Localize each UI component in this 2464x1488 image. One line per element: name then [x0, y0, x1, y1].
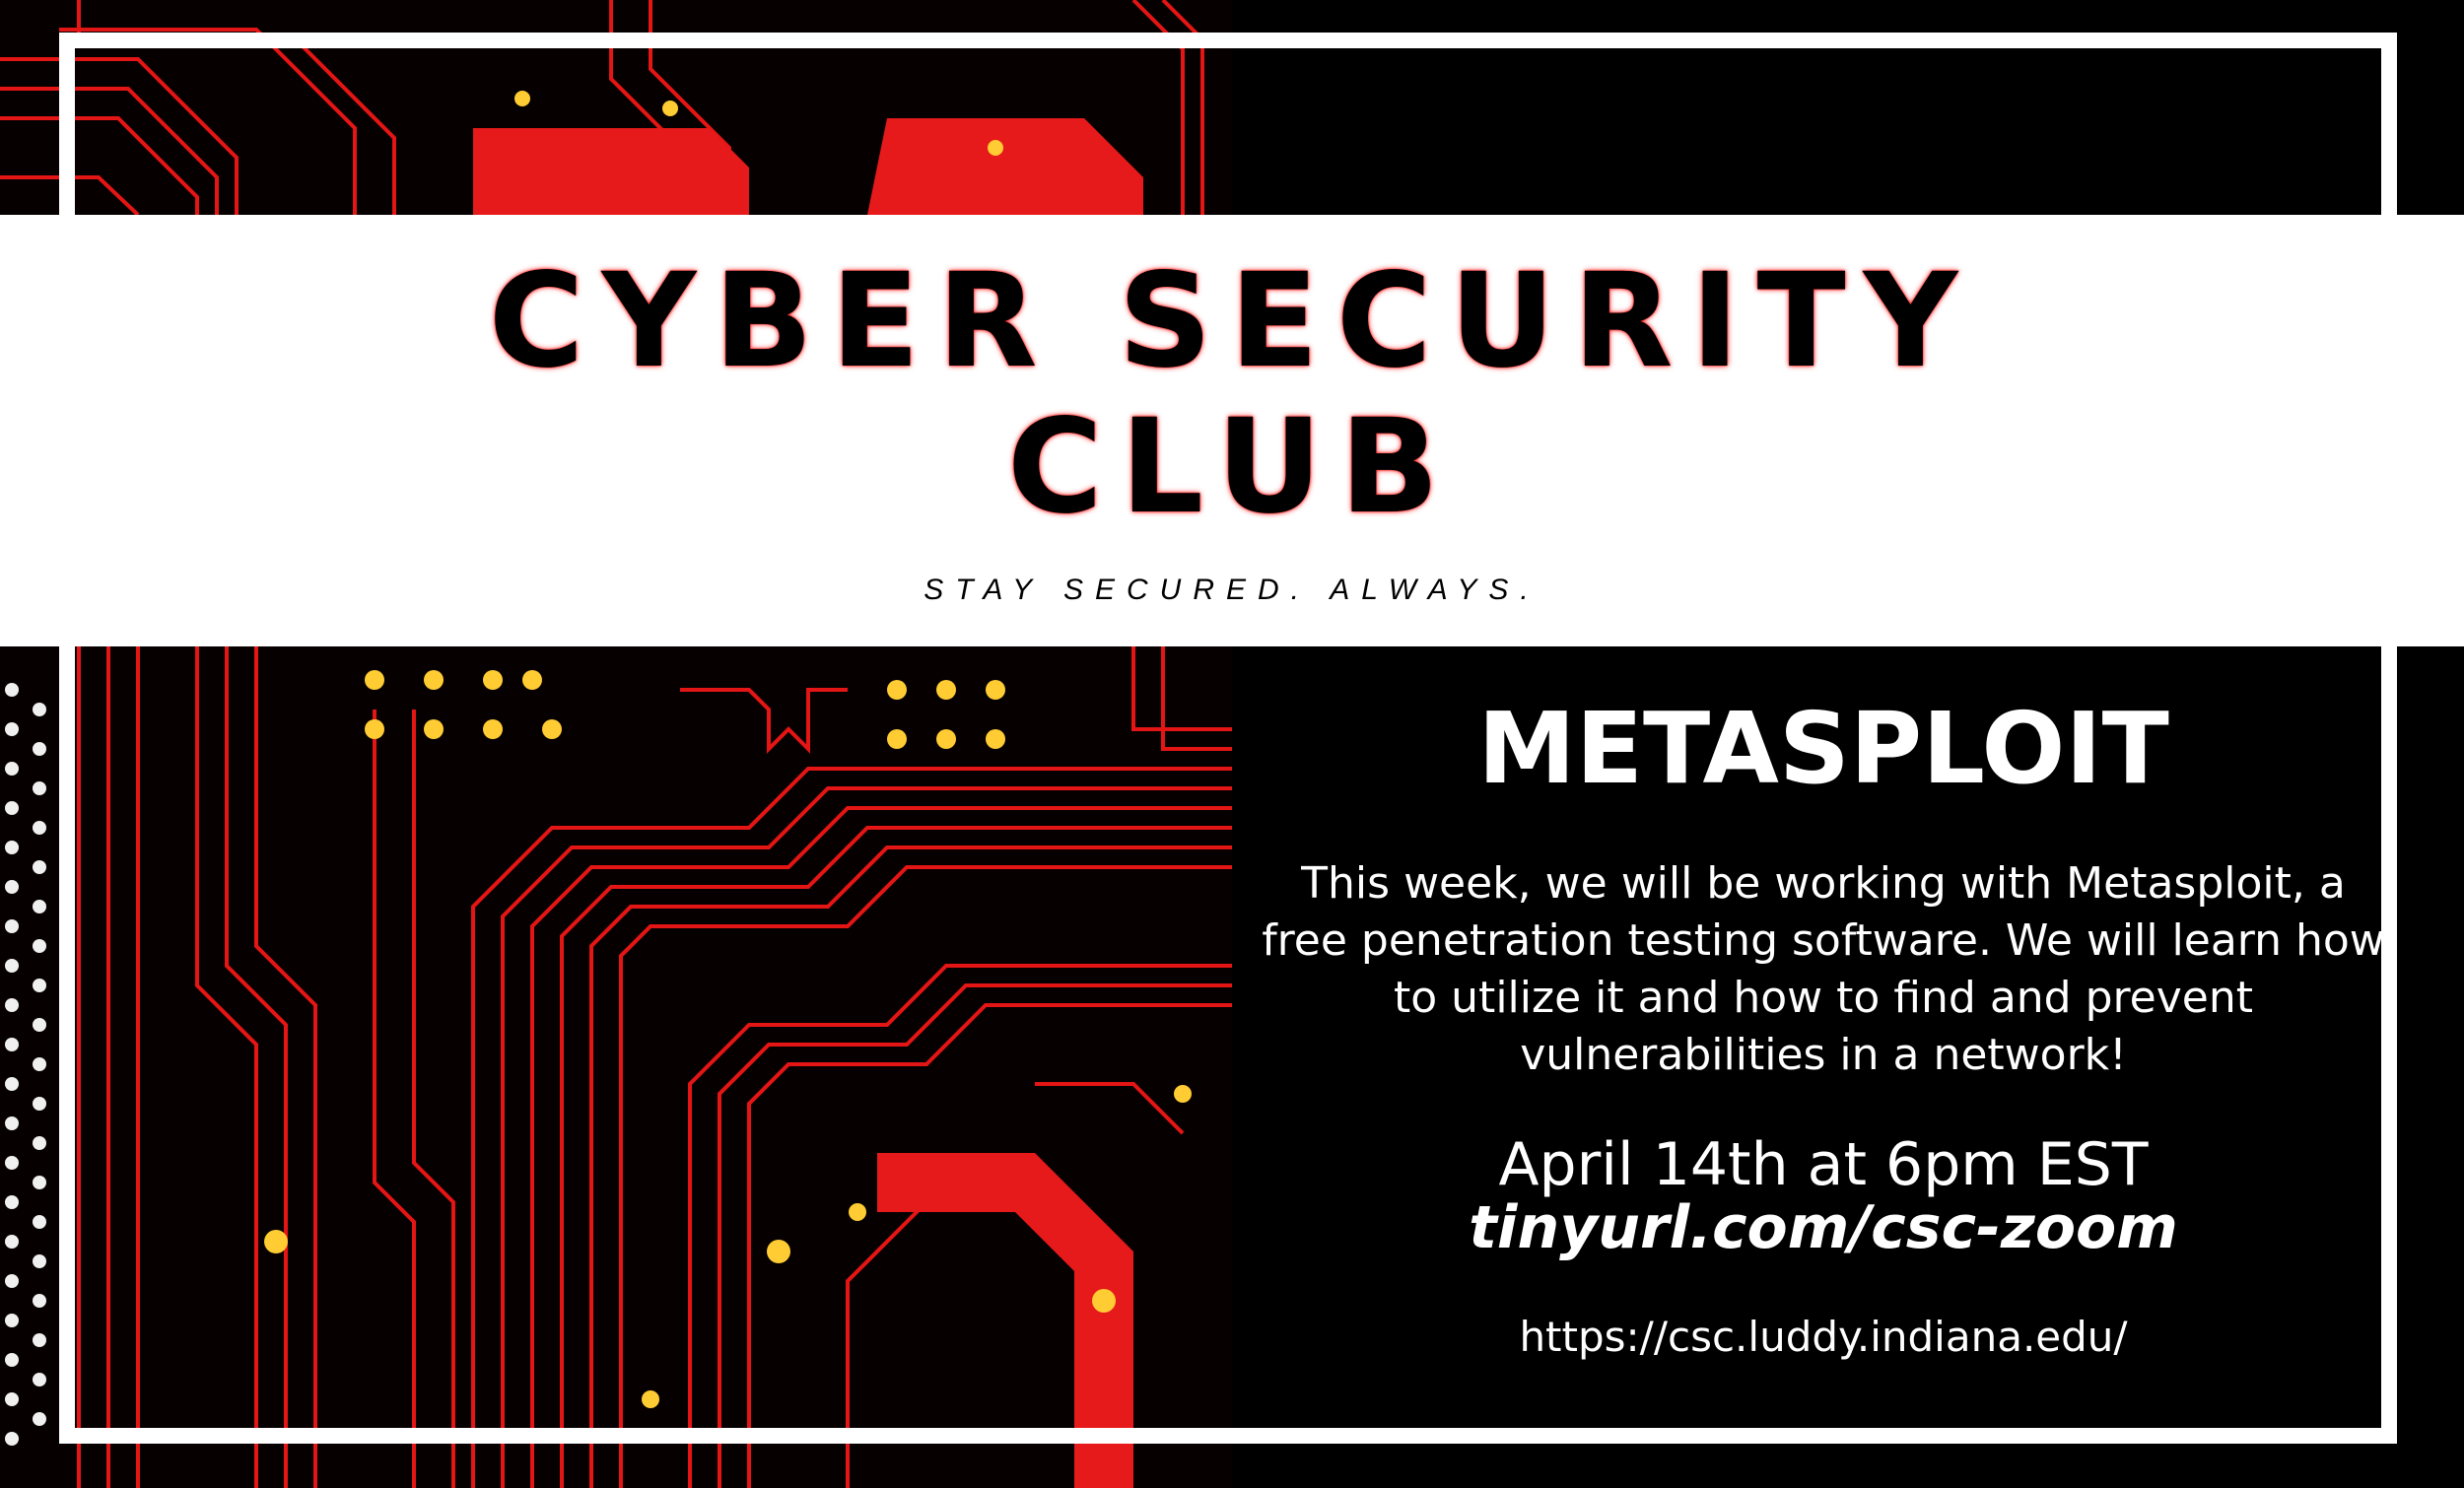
event-info: METASPLOIT This week, we will be working…: [1262, 690, 2385, 1362]
meeting-link: tinyurl.com/csc-zoom: [1469, 1193, 2178, 1262]
club-title-line1: CYBER SECURITY: [488, 245, 1976, 397]
club-title-line2: CLUB: [1006, 391, 1458, 543]
website-link: https://csc.luddy.indiana.edu/: [1519, 1313, 2128, 1361]
event-title: METASPLOIT: [1477, 691, 2169, 806]
event-description: This week, we will be working with Metas…: [1262, 858, 2385, 1080]
tagline: STAY SECURED. ALWAYS.: [924, 574, 1540, 606]
club-title: CYBER SECURITY CLUB: [0, 248, 2464, 540]
event-date: April 14th at 6pm EST: [1498, 1130, 2149, 1199]
